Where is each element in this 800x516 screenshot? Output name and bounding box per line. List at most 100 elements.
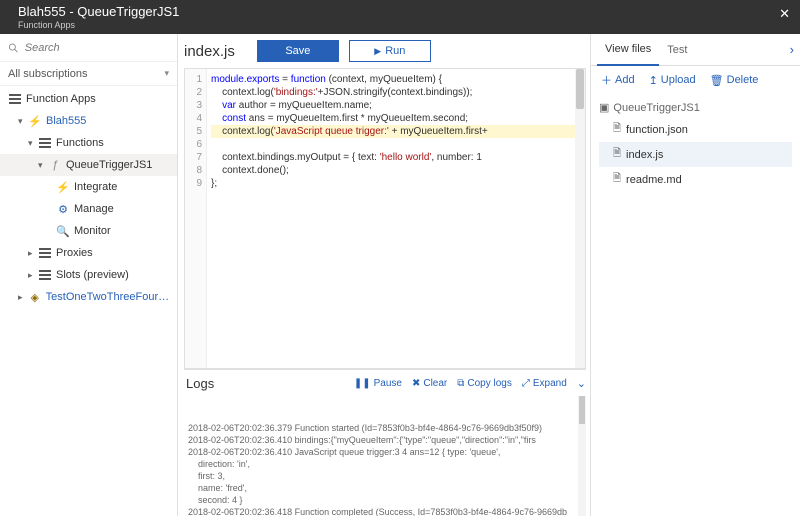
log-line: direction: 'in', <box>188 458 586 470</box>
nav-app-blah555[interactable]: ▾ ⚡ Blah555 <box>0 110 177 132</box>
caret-down-icon: ▾ <box>38 160 48 171</box>
code-area[interactable]: module.exports = function (context, myQu… <box>207 69 585 368</box>
nav-proxies[interactable]: ▸ Proxies <box>0 242 177 264</box>
file-item[interactable]: 🗎 index.js <box>599 142 792 167</box>
save-button[interactable]: Save <box>257 40 339 62</box>
list-icon <box>39 270 51 280</box>
nav-function-apps[interactable]: Function Apps <box>0 88 177 110</box>
line-gutter: 123456789 <box>185 69 207 368</box>
subscriptions-label: All subscriptions <box>8 68 87 80</box>
log-line: second: 4 } <box>188 494 586 506</box>
code-line[interactable]: var author = myQueueItem.name; <box>211 99 585 112</box>
file-item[interactable]: 🗎 function.json <box>599 117 792 142</box>
code-line[interactable]: }; <box>211 177 585 190</box>
run-button[interactable]: ▶Run <box>349 40 431 62</box>
logs-output[interactable]: 2018-02-06T20:02:36.379 Function started… <box>184 396 586 516</box>
logs-scrollbar[interactable] <box>578 396 586 516</box>
nav-functions[interactable]: ▾ Functions <box>0 132 177 154</box>
caret-right-icon: ▸ <box>28 270 38 281</box>
nav-integrate[interactable]: ⚡ Integrate <box>0 176 177 198</box>
logs-collapse-icon[interactable]: ⌄ <box>577 377 586 390</box>
file-name: readme.md <box>626 174 682 186</box>
file-name: index.js <box>626 149 663 161</box>
sidebar: All subscriptions ▾ Function Apps ▾ ⚡ Bl… <box>0 34 178 516</box>
file-tree-root[interactable]: ▣ QueueTriggerJS1 <box>599 98 792 117</box>
expand-icon: ⤢ <box>522 378 530 389</box>
right-panel: View files Test › ＋Add ↥Upload 🗑Delete ▣… <box>590 34 800 516</box>
file-actions: ＋Add ↥Upload 🗑Delete <box>591 66 800 94</box>
tab-test[interactable]: Test <box>659 34 695 66</box>
page-title: Blah555 - QueueTriggerJS1 <box>18 4 179 19</box>
nav-slots[interactable]: ▸ Slots (preview) <box>0 264 177 286</box>
monitor-icon: 🔍 <box>56 225 70 238</box>
code-line[interactable]: module.exports = function (context, myQu… <box>211 73 585 86</box>
trash-icon: 🗑 <box>710 74 724 87</box>
nav-monitor[interactable]: 🔍 Monitor <box>0 220 177 242</box>
file-icon: 🗎 <box>613 146 621 163</box>
code-line[interactable]: context.bindings.myOutput = { text: 'hel… <box>211 151 585 164</box>
logs-title: Logs <box>184 376 344 391</box>
logs-copy-button[interactable]: ⧉Copy logs <box>457 378 512 389</box>
clear-icon: ✖ <box>412 378 420 389</box>
code-line[interactable]: context.done(); <box>211 164 585 177</box>
log-line: 2018-02-06T20:02:36.410 bindings:{"myQue… <box>188 434 586 446</box>
panel-expand-icon[interactable]: › <box>790 42 794 57</box>
main-panel: index.js Save ▶Run 123456789 module.expo… <box>178 34 590 516</box>
list-icon <box>39 138 51 148</box>
code-line[interactable]: context.log('JavaScript queue trigger:' … <box>211 125 585 138</box>
close-icon[interactable]: ✕ <box>779 6 790 22</box>
list-icon <box>39 248 51 258</box>
file-tree: ▣ QueueTriggerJS1 🗎 function.json 🗎 index.j… <box>591 94 800 196</box>
copy-icon: ⧉ <box>457 378 464 389</box>
right-tabs: View files Test › <box>591 34 800 66</box>
editor-scrollbar[interactable] <box>575 69 585 368</box>
code-line[interactable] <box>211 138 585 151</box>
nav-tree: Function Apps ▾ ⚡ Blah555 ▾ Functions ▾ … <box>0 86 177 308</box>
search-icon <box>8 42 19 54</box>
nav-function-queuetrigger[interactable]: ▾ ƒ QueueTriggerJS1 <box>0 154 177 176</box>
logs-header: Logs ❚❚Pause ✖Clear ⧉Copy logs ⤢Expand ⌄ <box>184 370 586 396</box>
gear-icon: ⚙ <box>56 203 70 216</box>
nav-app-testone[interactable]: ▸ ◈ TestOneTwoThreeFour111 <box>0 286 177 308</box>
editor-filename: index.js <box>184 43 235 60</box>
caret-right-icon: ▸ <box>28 248 38 259</box>
search-box[interactable] <box>0 34 177 62</box>
file-icon: 🗎 <box>613 171 621 188</box>
function-app-icon: ◈ <box>28 291 42 304</box>
delete-file-button[interactable]: 🗑Delete <box>710 72 759 88</box>
play-icon: ▶ <box>374 46 381 57</box>
list-icon <box>9 94 21 104</box>
caret-down-icon: ▾ <box>28 138 38 149</box>
upload-icon: ↥ <box>649 74 658 87</box>
code-line[interactable]: const ans = myQueueItem.first * myQueueI… <box>211 112 585 125</box>
subscriptions-dropdown[interactable]: All subscriptions ▾ <box>0 62 177 86</box>
logs-pause-button[interactable]: ❚❚Pause <box>354 378 402 389</box>
file-item[interactable]: 🗎 readme.md <box>599 167 792 192</box>
log-line: 2018-02-06T20:02:36.379 Function started… <box>188 422 586 434</box>
editor-toolbar: index.js Save ▶Run <box>178 34 590 62</box>
folder-icon: ▣ <box>599 101 609 114</box>
scrollbar-thumb[interactable] <box>576 69 584 109</box>
file-icon: 🗎 <box>613 121 621 138</box>
plus-icon: ＋ <box>601 72 612 88</box>
function-icon: ƒ <box>48 159 62 171</box>
pause-icon: ❚❚ <box>354 378 371 389</box>
nav-manage[interactable]: ⚙ Manage <box>0 198 177 220</box>
integrate-icon: ⚡ <box>56 181 70 194</box>
log-line: first: 3, <box>188 470 586 482</box>
search-input[interactable] <box>25 42 169 54</box>
log-line: name: 'fred', <box>188 482 586 494</box>
caret-right-icon: ▸ <box>18 292 28 303</box>
logs-clear-button[interactable]: ✖Clear <box>412 378 447 389</box>
log-line: 2018-02-06T20:02:36.410 JavaScript queue… <box>188 446 586 458</box>
tab-view-files[interactable]: View files <box>597 34 659 66</box>
add-file-button[interactable]: ＋Add <box>601 72 635 88</box>
app-header: Blah555 - QueueTriggerJS1 Function Apps … <box>0 0 800 34</box>
file-name: function.json <box>626 124 688 136</box>
upload-file-button[interactable]: ↥Upload <box>649 72 696 88</box>
logs-expand-button[interactable]: ⤢Expand <box>522 378 567 389</box>
chevron-down-icon: ▾ <box>164 68 169 79</box>
scrollbar-thumb[interactable] <box>579 396 585 424</box>
code-line[interactable]: context.log('bindings:'+JSON.stringify(c… <box>211 86 585 99</box>
code-editor[interactable]: 123456789 module.exports = function (con… <box>184 68 586 369</box>
